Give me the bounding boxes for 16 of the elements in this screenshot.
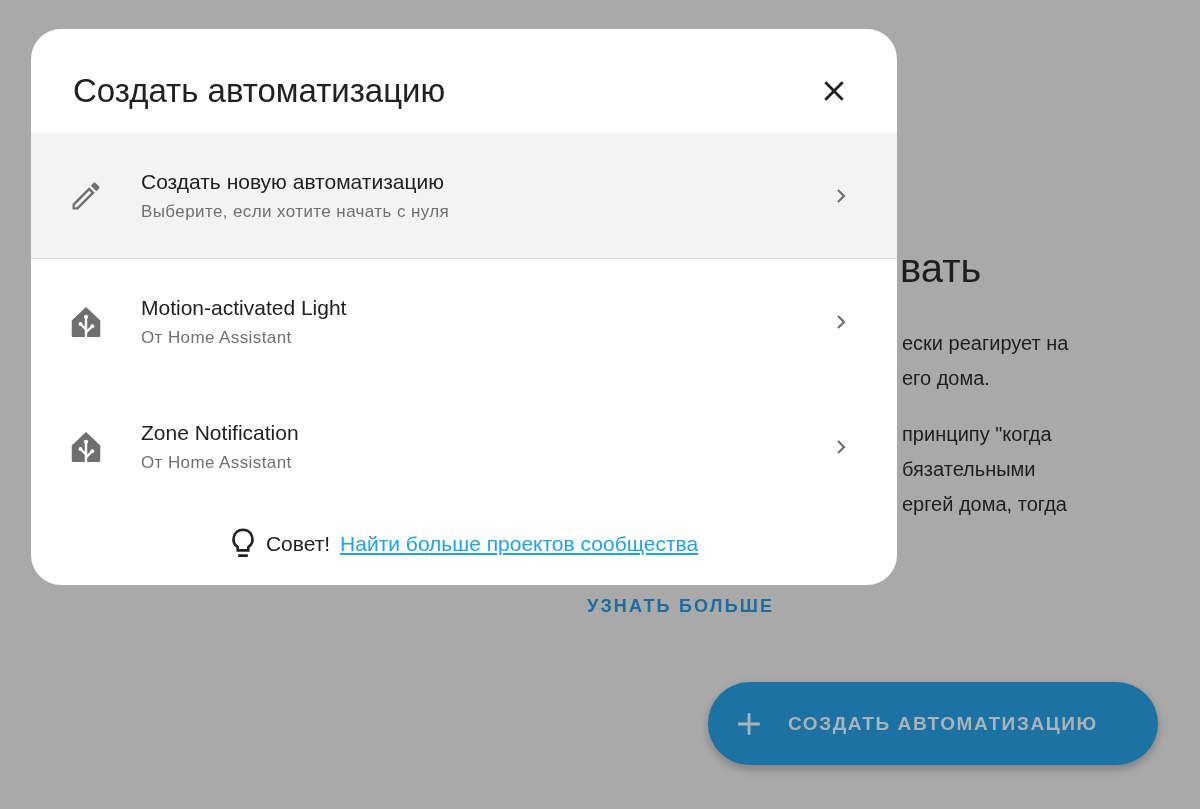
paragraph-line: его дома. [902,366,990,391]
paragraph-line: принципу "когда [902,422,1052,447]
item-subtitle: От Home Assistant [141,327,292,348]
item-subtitle: Выберите, если хотите начать с нуля [141,201,450,222]
paragraph-line: бязательными [902,457,1036,482]
item-subtitle: От Home Assistant [141,452,292,473]
tip-label: Совет! [265,532,331,556]
item-title: Motion-activated Light [141,295,347,320]
item-title: Создать новую автоматизацию [141,169,444,194]
paragraph-line: ергей дома, тогда [902,492,1067,517]
plus-icon [736,710,762,737]
dialog-title: Создать автоматизацию [73,71,446,110]
paragraph-line: ески реагирует на [902,331,1069,356]
page-heading: вать [900,245,982,292]
item-title: Zone Notification [141,420,299,445]
list-item[interactable]: Создать новую автоматизацию Выберите, если хотите начать с нуля [31,133,897,259]
